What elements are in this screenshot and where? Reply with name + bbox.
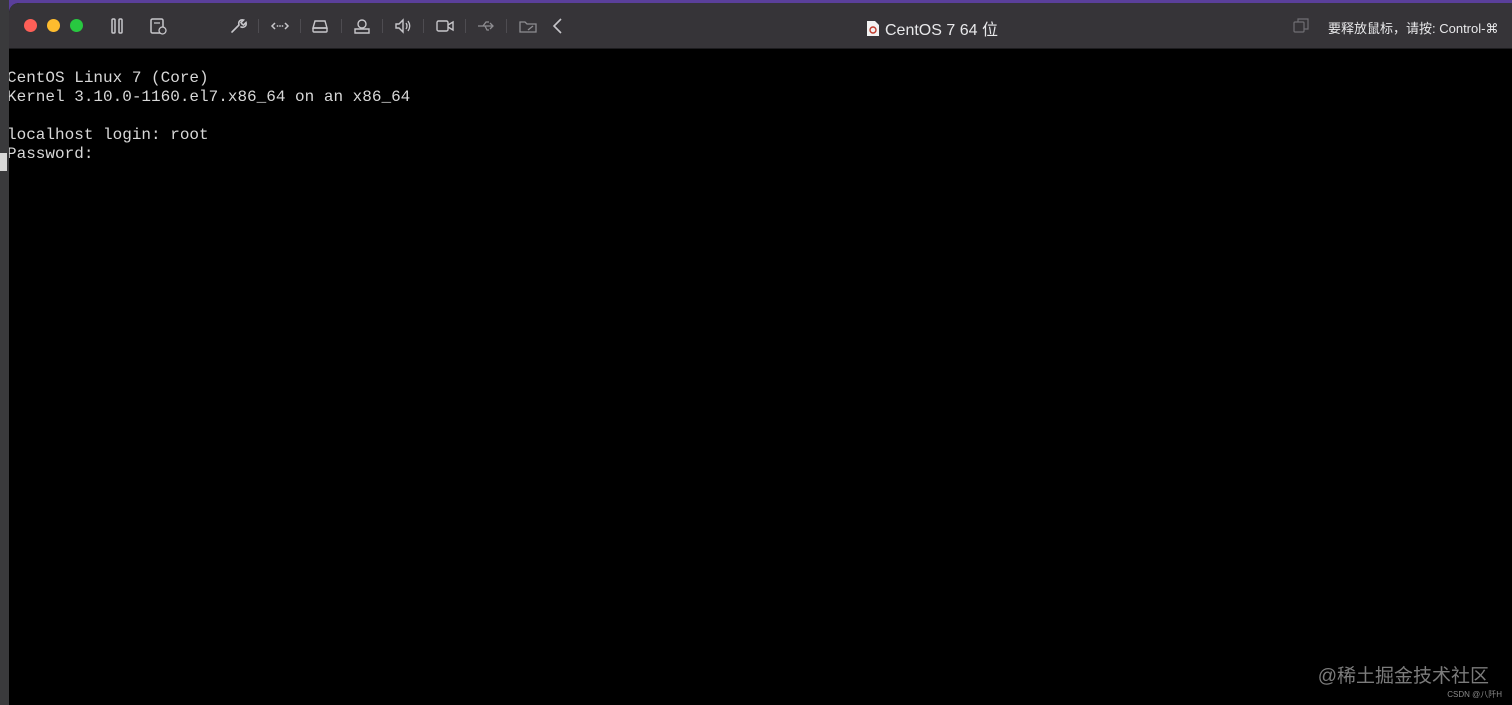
desktop-left-edge (0, 0, 9, 705)
network-icon[interactable] (269, 15, 291, 37)
watermark-small: CSDN @八阡H (1447, 690, 1502, 699)
window-title-text: CentOS 7 64 位 (885, 22, 998, 39)
minimize-button[interactable] (47, 19, 60, 32)
usb-icon[interactable] (475, 15, 497, 37)
title-bar: CentOS 7 64 位 要释放鼠标，请按: Control-⌘ (9, 3, 1512, 49)
mouse-release-hint: 要释放鼠标，请按: Control-⌘ (1328, 21, 1499, 36)
back-chevron-icon[interactable] (547, 15, 569, 37)
vm-window: CentOS 7 64 位 要释放鼠标，请按: Control-⌘ CentOS… (9, 3, 1512, 705)
console-line: localhost login: root (9, 126, 209, 144)
vm-document-icon (867, 20, 879, 36)
vm-console[interactable]: CentOS Linux 7 (Core) Kernel 3.10.0-1160… (9, 49, 1512, 705)
snapshot-icon[interactable] (147, 15, 169, 37)
shared-folder-icon[interactable] (517, 15, 539, 37)
close-button[interactable] (24, 19, 37, 32)
settings-wrench-icon[interactable] (227, 15, 249, 37)
camera-icon[interactable] (434, 15, 456, 37)
edge-marker (0, 153, 7, 171)
window-title: CentOS 7 64 位 (867, 16, 998, 40)
fullscreen-button[interactable] (70, 19, 83, 32)
printer-icon[interactable] (351, 15, 373, 37)
watermark: @稀土掘金技术社区 (1317, 666, 1489, 687)
console-line: Kernel 3.10.0-1160.el7.x86_64 on an x86_… (9, 88, 411, 106)
sound-icon[interactable] (392, 15, 414, 37)
harddisk-icon[interactable] (309, 15, 331, 37)
pause-icon[interactable] (106, 15, 128, 37)
window-mode-icon[interactable] (1293, 18, 1309, 34)
console-line: Password: (9, 145, 94, 163)
console-line: CentOS Linux 7 (Core) (9, 69, 209, 87)
